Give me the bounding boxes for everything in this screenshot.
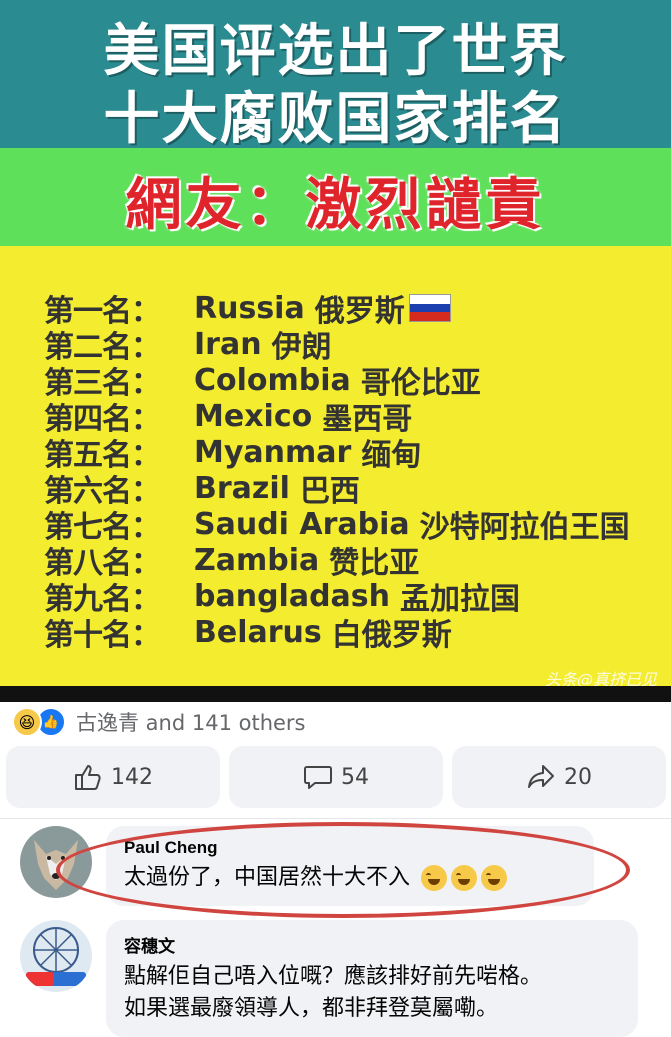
rank-row: 第十名： Belarus 白俄罗斯 — [44, 614, 452, 654]
wolf-avatar-icon — [20, 826, 92, 898]
comment-item: 容穗文 點解佢自己唔入位嘅？應該排好前先啱格。 如果選最廢領導人，都非拜登莫屬嘞… — [20, 920, 638, 1037]
rank-country-zh: 伊朗 — [271, 330, 332, 365]
thumbs-up-icon — [75, 765, 101, 790]
comment-author[interactable]: Paul Cheng — [124, 838, 576, 858]
rank-country-en: Belarus — [194, 614, 322, 650]
rank-country-en: Colombia — [194, 362, 351, 398]
haha-icon: 😆 — [12, 707, 42, 737]
rank-row: 第一名： Russia 俄罗斯 — [44, 290, 451, 329]
rank-label: 第十名： — [44, 618, 161, 653]
comment-body: 太過份了，中国居然十大不入 — [124, 865, 411, 890]
rank-row: 第四名： Mexico 墨西哥 — [44, 398, 412, 438]
rank-country-en: bangladash — [194, 578, 391, 614]
comment-line: 如果選最廢領導人，都非拜登莫屬嘞。 — [124, 996, 499, 1021]
rank-country-en: Brazil — [194, 470, 290, 506]
comment-bubble: 容穗文 點解佢自己唔入位嘅？應該排好前先啱格。 如果選最廢領導人，都非拜登莫屬嘞… — [106, 920, 638, 1037]
comment-line: 點解佢自己唔入位嘅？應該排好前先啱格。 — [124, 964, 543, 989]
rank-country-zh: 白俄罗斯 — [331, 618, 452, 653]
comment-button[interactable]: 54 — [229, 746, 443, 808]
comment-text: 點解佢自己唔入位嘅？應該排好前先啱格。 如果選最廢領導人，都非拜登莫屬嘞。 — [124, 961, 620, 1025]
title-band: 美国评选出了世界 十大腐败国家排名 — [0, 0, 671, 152]
rank-country-en: Myanmar — [194, 434, 352, 470]
ferris-wheel-avatar-icon — [20, 920, 92, 992]
avatar[interactable] — [20, 920, 92, 992]
tears-of-joy-emoji-icon — [451, 865, 478, 891]
rank-country-en: Iran — [194, 326, 262, 362]
image-title-line2: 十大腐败国家排名 — [103, 87, 568, 152]
rank-row: 第八名： Zambia 赞比亚 — [44, 542, 419, 582]
rank-country-zh: 沙特阿拉伯王国 — [419, 510, 630, 545]
share-count: 20 — [564, 764, 592, 790]
image-bottom-strip — [0, 686, 671, 702]
rank-row: 第七名： Saudi Arabia 沙特阿拉伯王国 — [44, 506, 630, 546]
comment-author[interactable]: 容穗文 — [124, 932, 620, 957]
rank-country-zh: 巴西 — [299, 474, 360, 509]
rank-country-en: Zambia — [194, 542, 320, 578]
rank-country-en: Mexico — [194, 398, 313, 434]
rank-country-en: Russia — [194, 290, 305, 326]
post-image[interactable]: 美国评选出了世界 十大腐败国家排名 網友：激烈譴責 第一名： Russia 俄罗… — [0, 0, 671, 702]
reaction-summary[interactable]: 😆 👍 古逸青 and 141 others — [12, 706, 306, 738]
comment-text: 太過份了，中国居然十大不入 — [124, 862, 576, 894]
reaction-text: 古逸青 and 141 others — [76, 711, 306, 735]
rank-row: 第六名： Brazil 巴西 — [44, 470, 360, 510]
tears-of-joy-emoji-icon — [421, 865, 448, 891]
rank-row: 第九名： bangladash 孟加拉国 — [44, 578, 520, 618]
share-arrow-icon — [528, 765, 554, 788]
comment-count: 54 — [341, 764, 369, 790]
like-count: 142 — [111, 764, 153, 790]
rank-country-zh: 缅甸 — [361, 438, 422, 473]
rank-row: 第三名： Colombia 哥伦比亚 — [44, 362, 481, 402]
rank-country-en: Saudi Arabia — [194, 506, 410, 542]
rank-row: 第五名： Myanmar 缅甸 — [44, 434, 421, 474]
rank-row: 第二名： Iran 伊朗 — [44, 326, 332, 366]
tears-of-joy-emoji-icon — [481, 865, 508, 891]
russia-flag-icon — [408, 294, 451, 322]
share-button[interactable]: 20 — [452, 746, 666, 808]
avatar[interactable] — [20, 826, 92, 898]
divider — [0, 818, 671, 819]
like-button[interactable]: 142 — [6, 746, 220, 808]
comment-bubble: Paul Cheng 太過份了，中国居然十大不入 — [106, 826, 594, 906]
image-subtitle: 網友：激烈譴責 — [125, 172, 546, 238]
comment-item: Paul Cheng 太過份了，中国居然十大不入 — [20, 826, 594, 906]
comment-icon — [304, 766, 332, 789]
